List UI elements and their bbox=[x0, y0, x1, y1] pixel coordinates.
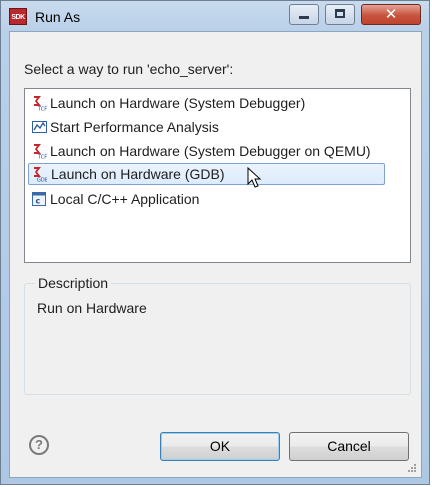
list-item-performance-analysis[interactable]: Start Performance Analysis bbox=[28, 116, 385, 138]
dialog-content: Select a way to run 'echo_server': TCF L… bbox=[9, 31, 422, 478]
mouse-cursor-icon bbox=[247, 167, 262, 188]
tcf-launch-icon: TCF bbox=[34, 144, 47, 160]
svg-text:TCF: TCF bbox=[37, 107, 47, 112]
tcf-launch-icon: TCF bbox=[34, 96, 47, 112]
c-application-icon: c bbox=[32, 192, 46, 206]
maximize-icon bbox=[335, 9, 345, 18]
close-icon: ✕ bbox=[384, 6, 398, 23]
launch-options-list[interactable]: TCF Launch on Hardware (System Debugger)… bbox=[24, 88, 411, 263]
window-title: Run As bbox=[35, 9, 81, 25]
ok-button[interactable]: OK bbox=[160, 432, 280, 461]
performance-chart-icon bbox=[32, 121, 47, 133]
run-prompt-label: Select a way to run 'echo_server': bbox=[24, 61, 234, 77]
svg-text:TCF: TCF bbox=[37, 155, 47, 160]
minimize-button[interactable] bbox=[289, 4, 319, 25]
description-text: Run on Hardware bbox=[37, 300, 147, 316]
description-heading: Description bbox=[35, 275, 112, 291]
cancel-button[interactable]: Cancel bbox=[289, 432, 409, 461]
description-group: Description Run on Hardware bbox=[24, 275, 411, 395]
svg-text:c: c bbox=[36, 197, 41, 206]
list-item-label: Launch on Hardware (GDB) bbox=[51, 166, 225, 182]
help-icon: ? bbox=[35, 437, 43, 452]
resize-grip-icon[interactable] bbox=[407, 463, 417, 473]
list-item-launch-system-debugger[interactable]: TCF Launch on Hardware (System Debugger) bbox=[28, 92, 385, 114]
maximize-button[interactable] bbox=[325, 4, 355, 25]
list-item-launch-system-debugger-qemu[interactable]: TCF Launch on Hardware (System Debugger … bbox=[28, 140, 385, 162]
sdk-app-icon: SDK bbox=[9, 8, 27, 25]
title-bar[interactable]: SDK Run As ✕ bbox=[1, 1, 429, 31]
close-button[interactable]: ✕ bbox=[361, 4, 421, 25]
list-item-label: Local C/C++ Application bbox=[50, 191, 200, 207]
list-item-label: Start Performance Analysis bbox=[50, 119, 219, 135]
minimize-icon bbox=[299, 16, 309, 19]
gdb-launch-icon: GDB bbox=[34, 167, 47, 183]
list-item-local-cpp-application[interactable]: c Local C/C++ Application bbox=[28, 188, 385, 210]
list-item-label: Launch on Hardware (System Debugger) bbox=[50, 95, 306, 111]
run-as-dialog: SDK Run As ✕ Select a way to run 'echo_s… bbox=[0, 0, 430, 485]
svg-text:GDB: GDB bbox=[37, 178, 47, 183]
list-item-launch-gdb[interactable]: GDB Launch on Hardware (GDB) bbox=[28, 163, 385, 185]
list-item-label: Launch on Hardware (System Debugger on Q… bbox=[50, 143, 371, 159]
help-button[interactable]: ? bbox=[29, 435, 49, 455]
